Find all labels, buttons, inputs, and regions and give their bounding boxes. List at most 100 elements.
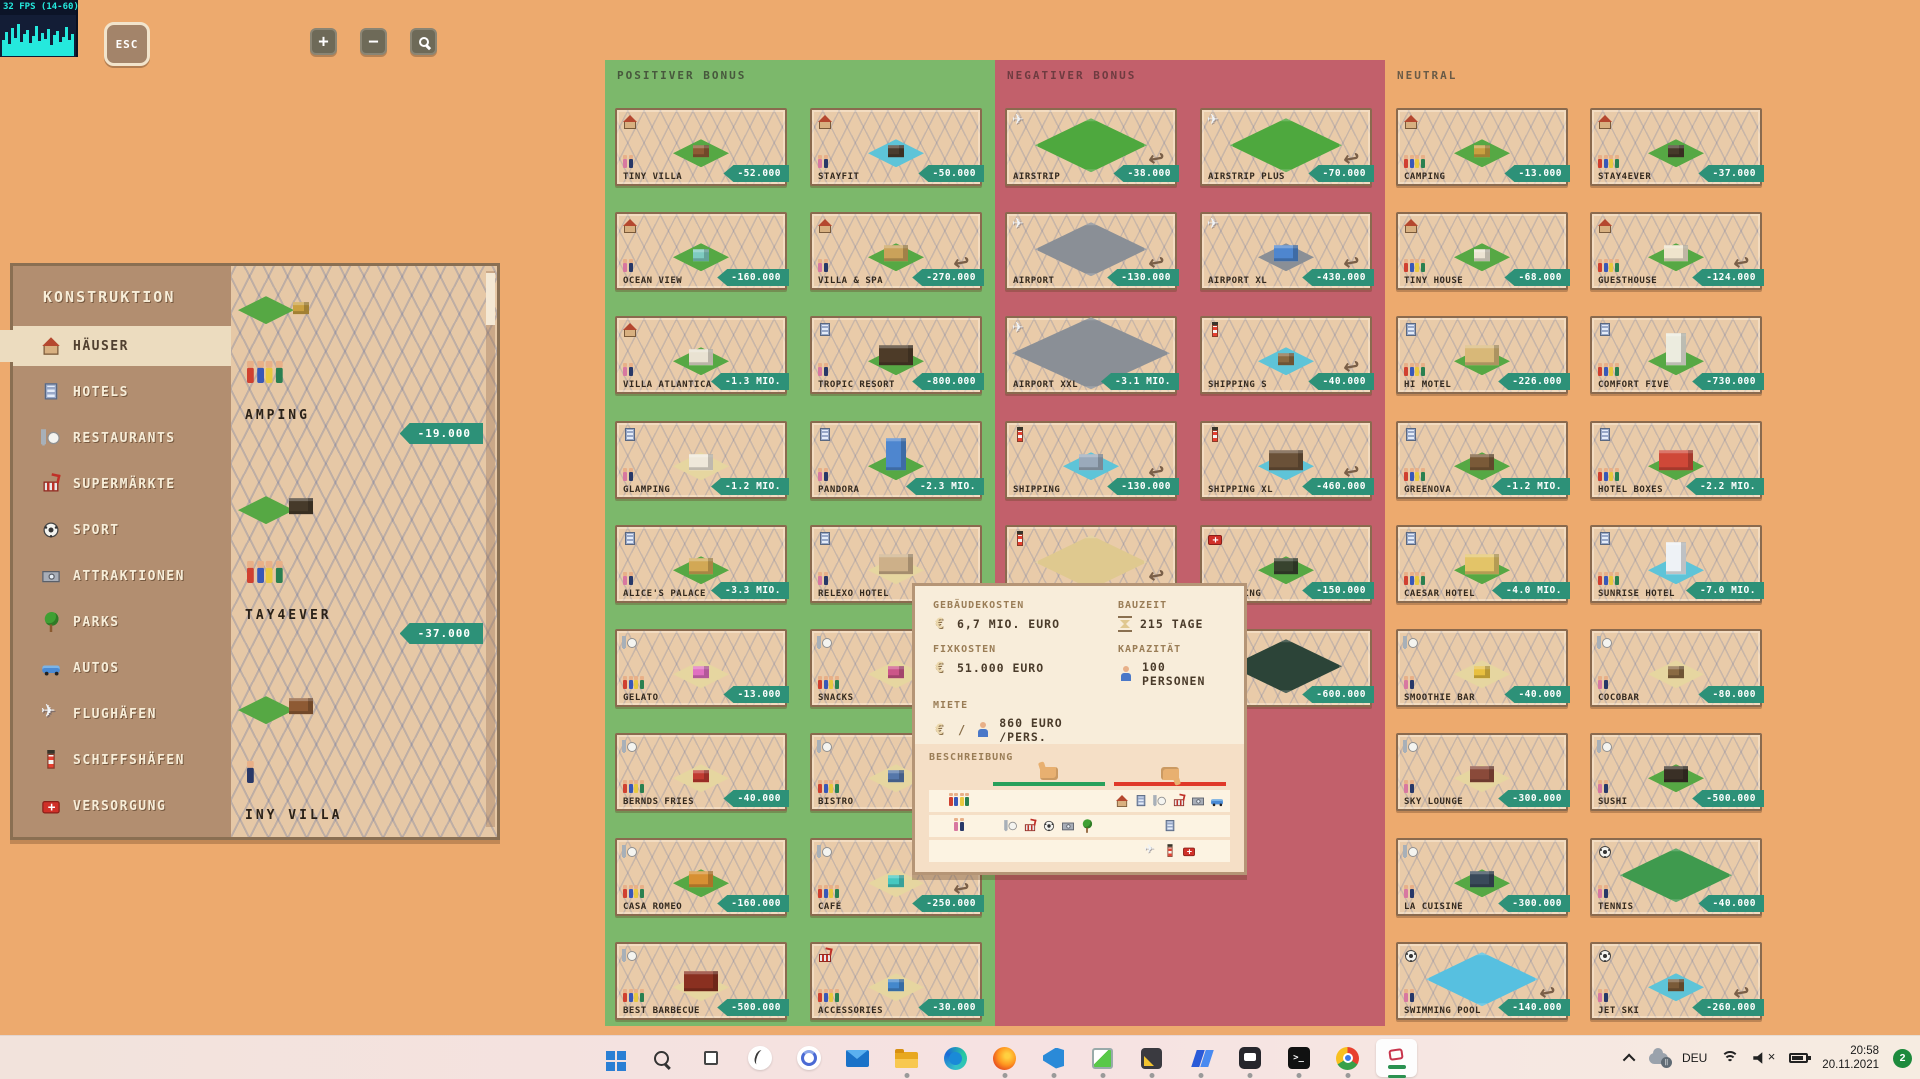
sidebar-item-hotel[interactable]: HOTELS bbox=[13, 372, 231, 412]
person-icon bbox=[1118, 666, 1134, 682]
tree-icon bbox=[41, 612, 61, 632]
taskbar-app-chat[interactable] bbox=[1225, 1036, 1274, 1079]
couple-people-icon bbox=[623, 367, 633, 376]
sidebar-item-tree[interactable]: PARKS bbox=[13, 602, 231, 642]
building-card[interactable]: ↩AIRSTRIP-38.000 bbox=[1005, 108, 1177, 186]
building-card[interactable]: VILLA ATLANTICA-1.3 MIO. bbox=[615, 316, 787, 394]
building-card[interactable]: SMOOTHIE BAR-40.000 bbox=[1396, 629, 1568, 707]
building-card[interactable]: TENNIS-40.000 bbox=[1590, 838, 1762, 916]
building-card[interactable]: ↩VILLA & SPA-270.000 bbox=[810, 212, 982, 290]
taskbar-app-loop[interactable] bbox=[784, 1036, 833, 1079]
building-card[interactable]: SUSHI-500.000 bbox=[1590, 733, 1762, 811]
feather-icon bbox=[748, 1046, 772, 1070]
building-card[interactable]: COMFORT FIVE-730.000 bbox=[1590, 316, 1762, 394]
building-card[interactable]: SUNRISE HOTEL-7.0 MIO. bbox=[1590, 525, 1762, 603]
sidebar-item-restaurant[interactable]: RESTAURANTS bbox=[13, 418, 231, 458]
taskbar-app-firefox[interactable] bbox=[980, 1036, 1029, 1079]
taskbar-app-notes[interactable] bbox=[1127, 1036, 1176, 1079]
building-card[interactable]: ↩AIRPORT XL-430.000 bbox=[1200, 212, 1372, 290]
zoom-reset-button[interactable] bbox=[410, 28, 437, 55]
building-card[interactable]: COCOBAR-80.000 bbox=[1590, 629, 1762, 707]
taskbar-app-win[interactable] bbox=[588, 1036, 637, 1079]
taskbar-app-feather[interactable] bbox=[735, 1036, 784, 1079]
preview-item[interactable]: TAY4EVER-37.000 bbox=[231, 472, 497, 672]
scrollbar-thumb[interactable] bbox=[486, 273, 495, 325]
taskbar-app-greenshot[interactable] bbox=[1078, 1036, 1127, 1079]
building-card[interactable]: ↩AIRPORT-130.000 bbox=[1005, 212, 1177, 290]
language-indicator[interactable]: DEU bbox=[1682, 1051, 1707, 1065]
firefox-icon bbox=[993, 1047, 1016, 1070]
building-card[interactable]: LA CUISINE-300.000 bbox=[1396, 838, 1568, 916]
clock[interactable]: 20:58 20.11.2021 bbox=[1822, 1044, 1879, 1072]
battery-icon[interactable] bbox=[1789, 1053, 1808, 1063]
building-card[interactable]: HI MOTEL-226.000 bbox=[1396, 316, 1568, 394]
building-card[interactable]: CAESAR HOTEL-4.0 MIO. bbox=[1396, 525, 1568, 603]
building-card[interactable]: ↩SHIPPING XL-460.000 bbox=[1200, 421, 1372, 499]
price-ribbon: -80.000 bbox=[1698, 686, 1764, 703]
volume-muted-icon[interactable] bbox=[1753, 1052, 1775, 1064]
plane-icon bbox=[1144, 844, 1158, 858]
dislikes-cell bbox=[1110, 793, 1231, 809]
running-indicator bbox=[904, 1073, 909, 1078]
building-card[interactable]: ACCESSORIES-30.000 bbox=[810, 942, 982, 1020]
taskbar-app-search[interactable] bbox=[637, 1036, 686, 1079]
taskbar-app-taskview[interactable] bbox=[686, 1036, 735, 1079]
zoom-out-button[interactable]: − bbox=[360, 28, 387, 55]
tray-chevron-up-icon[interactable] bbox=[1623, 1053, 1636, 1066]
building-card[interactable]: ↩SHIPPING S-40.000 bbox=[1200, 316, 1372, 394]
onedrive-icon[interactable] bbox=[1649, 1053, 1668, 1064]
building-card[interactable]: OCEAN VIEW-160.000 bbox=[615, 212, 787, 290]
building-card[interactable]: BEST BARBECUE-500.000 bbox=[615, 942, 787, 1020]
sidebar-item-plane[interactable]: FLUGHÄFEN bbox=[13, 694, 231, 734]
preview-item[interactable]: INY VILLA bbox=[231, 672, 497, 837]
sidebar-item-basket[interactable]: SUPERMÄRKTE bbox=[13, 464, 231, 504]
building-card[interactable]: STAYFIT-50.000 bbox=[810, 108, 982, 186]
building-card[interactable]: GLAMPING-1.2 MIO. bbox=[615, 421, 787, 499]
sidebar-item-camera[interactable]: ATTRAKTIONEN bbox=[13, 556, 231, 596]
house-icon bbox=[1115, 794, 1129, 808]
building-card[interactable]: ↩SWIMMING POOL-140.000 bbox=[1396, 942, 1568, 1020]
building-card[interactable]: BERNDS FRIES-40.000 bbox=[615, 733, 787, 811]
price-ribbon: -130.000 bbox=[1107, 478, 1179, 495]
firstaid-icon bbox=[41, 796, 61, 816]
couple-people-icon bbox=[623, 576, 633, 585]
taskbar-app-edge[interactable] bbox=[931, 1036, 980, 1079]
sidebar-item-firstaid[interactable]: VERSORGUNG bbox=[13, 786, 231, 826]
wifi-icon[interactable] bbox=[1721, 1052, 1739, 1065]
building-card[interactable]: ↩AIRSTRIP PLUS-70.000 bbox=[1200, 108, 1372, 186]
taskbar-app-automate[interactable] bbox=[1176, 1036, 1225, 1079]
building-card[interactable]: SKY LOUNGE-300.000 bbox=[1396, 733, 1568, 811]
building-card[interactable]: ALICE'S PALACE-3.3 MIO. bbox=[615, 525, 787, 603]
taskbar-app-explorer[interactable] bbox=[882, 1036, 931, 1079]
building-name: SKY LOUNGE bbox=[1404, 797, 1463, 807]
taskbar-app-terminal[interactable]: >_ bbox=[1274, 1036, 1323, 1079]
taskbar-app-vscode[interactable] bbox=[1029, 1036, 1078, 1079]
sidebar-item-car[interactable]: AUTOS bbox=[13, 648, 231, 688]
preview-item[interactable]: AMPING-19.000 bbox=[231, 272, 497, 472]
building-card[interactable]: CASA ROMEO-160.000 bbox=[615, 838, 787, 916]
sidebar-item-lighthouse[interactable]: SCHIFFSHÄFEN bbox=[13, 740, 231, 780]
building-card[interactable]: GREENOVA-1.2 MIO. bbox=[1396, 421, 1568, 499]
building-card[interactable]: TINY VILLA-52.000 bbox=[615, 108, 787, 186]
building-card[interactable]: CAMPING-13.000 bbox=[1396, 108, 1568, 186]
building-card[interactable]: TINY HOUSE-68.000 bbox=[1396, 212, 1568, 290]
building-card[interactable]: STAY4EVER-37.000 bbox=[1590, 108, 1762, 186]
zoom-in-button[interactable]: + bbox=[310, 28, 337, 55]
building-card[interactable]: ↩JET SKI-260.000 bbox=[1590, 942, 1762, 1020]
taskbar-app-game[interactable] bbox=[1372, 1036, 1421, 1079]
building-card[interactable]: AIRPORT XXL-3.1 MIO. bbox=[1005, 316, 1177, 394]
building-card[interactable]: HOTEL BOXES-2.2 MIO. bbox=[1590, 421, 1762, 499]
taskbar-app-chrome[interactable] bbox=[1323, 1036, 1372, 1079]
sidebar-item-house[interactable]: HÄUSER bbox=[13, 326, 231, 366]
taskbar-app-mail[interactable] bbox=[833, 1036, 882, 1079]
building-card[interactable]: GELATO-13.000 bbox=[615, 629, 787, 707]
preview-scrollbar[interactable] bbox=[486, 271, 495, 827]
notification-badge[interactable]: 2 bbox=[1893, 1049, 1912, 1068]
building-card[interactable]: PANDORA-2.3 MIO. bbox=[810, 421, 982, 499]
building-card[interactable]: ↩GUESTHOUSE-124.000 bbox=[1590, 212, 1762, 290]
sidebar-item-soccer[interactable]: SPORT bbox=[13, 510, 231, 550]
building-card[interactable]: ↩SHIPPING-130.000 bbox=[1005, 421, 1177, 499]
building-card[interactable]: TROPIC RESORT-800.000 bbox=[810, 316, 982, 394]
esc-button[interactable]: ESC bbox=[104, 22, 150, 66]
house-icon bbox=[1597, 218, 1613, 234]
